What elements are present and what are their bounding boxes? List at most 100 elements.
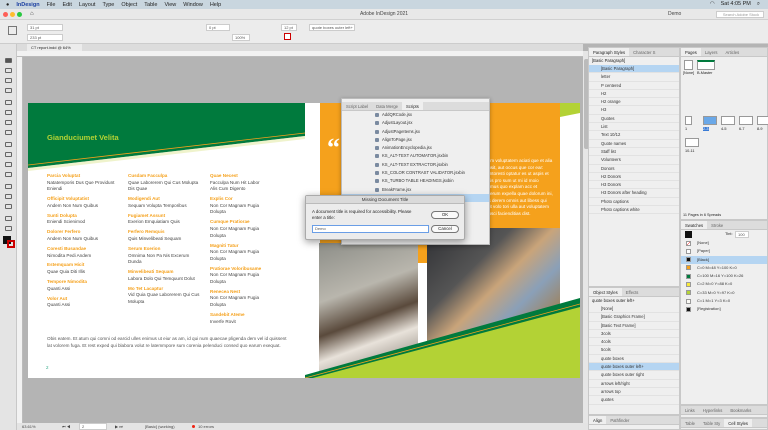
spread-thumb[interactable] (739, 116, 753, 125)
object-style-item[interactable]: [None] (589, 305, 679, 314)
workspace-switcher[interactable]: Demo (668, 9, 681, 20)
object-style-item[interactable]: arrows top (589, 388, 679, 397)
object-style-item[interactable]: quote boxes outer left+ (589, 363, 679, 372)
paragraph-style-item[interactable]: Volunteers (589, 156, 679, 165)
paragraph-style-item[interactable]: Photo captions white (589, 206, 679, 215)
stroke-weight-field[interactable]: 0 pt (206, 24, 230, 31)
paragraph-style-item[interactable]: Quote names (589, 140, 679, 148)
tab-bookmarks[interactable]: Bookmarks (726, 406, 755, 414)
spread-thumb[interactable] (721, 116, 735, 125)
tab-scripts[interactable]: Scripts (402, 102, 423, 110)
object-style-item[interactable]: 3cols (589, 330, 679, 339)
pencil-tool-icon[interactable] (5, 130, 12, 135)
paragraph-style-item[interactable]: Donors (589, 165, 679, 173)
tab-object-styles[interactable]: Object Styles (589, 288, 622, 296)
opacity-field[interactable]: 100% (232, 34, 250, 41)
master-none-thumb[interactable] (684, 60, 693, 70)
paragraph-style-item[interactable]: Photo captions (589, 198, 679, 207)
vertical-ruler[interactable] (17, 57, 23, 423)
tab-table[interactable]: Table (681, 419, 699, 427)
object-style-item[interactable]: 5cols (589, 346, 679, 355)
fill-color-icon[interactable] (685, 231, 692, 238)
object-style-item[interactable]: arrows left/right (589, 380, 679, 388)
swatch-item[interactable]: C=1 M=1 Y=3 K=0 (681, 297, 767, 305)
close-button[interactable] (3, 12, 8, 17)
tab-pages[interactable]: Pages (681, 48, 701, 56)
horizontal-ruler[interactable] (17, 51, 583, 57)
stock-search-input[interactable]: Search Adobe Stock (716, 11, 764, 18)
reference-point-icon[interactable] (8, 26, 17, 35)
object-style-item[interactable]: quote boxes (589, 355, 679, 364)
free-transform-tool-icon[interactable] (5, 172, 12, 177)
preflight-profile[interactable]: [Basic] (working) (145, 423, 175, 430)
menu-file[interactable]: File (47, 2, 56, 8)
object-style-select[interactable]: quote boxes outer left+ (309, 24, 355, 31)
swatch-item[interactable]: C=2 M=0 Y=88 K=0 (681, 280, 767, 288)
tab-table-styles[interactable]: Table Sty (699, 419, 724, 427)
rectangle-frame-tool-icon[interactable] (5, 142, 12, 147)
b-master-thumb[interactable] (697, 60, 715, 70)
script-item[interactable]: KS_ALT-TEXT AUTOMATOR.jsxbin (342, 152, 489, 160)
rectangle-tool-icon[interactable] (5, 152, 12, 157)
tab-align[interactable]: Align (589, 416, 607, 424)
spread-thumb[interactable] (685, 116, 692, 125)
script-item[interactable]: AnimationEncyclopedia.jsx (342, 144, 489, 152)
menu-app[interactable]: InDesign (16, 2, 39, 8)
tab-data-merge[interactable]: Data Merge (372, 102, 402, 110)
menu-type[interactable]: Type (102, 2, 114, 8)
object-style-item[interactable]: quote boxes outer right (589, 371, 679, 380)
scissors-tool-icon[interactable] (5, 162, 12, 167)
selection-tool-icon[interactable] (5, 58, 12, 63)
spread-thumb[interactable] (757, 116, 768, 125)
tab-cell-styles[interactable]: Cell Styles (724, 419, 753, 427)
menu-object[interactable]: Object (121, 2, 137, 8)
tab-swatches[interactable]: Swatches (681, 221, 708, 229)
object-style-item[interactable]: 4cols (589, 338, 679, 347)
paragraph-style-item[interactable]: P centered (589, 82, 679, 90)
paragraph-style-item[interactable]: Quotes (589, 115, 679, 124)
swatch-item[interactable]: C=0 M=48 Y=100 K=0 (681, 264, 767, 272)
script-item[interactable]: AdjustLayout.jsx (342, 119, 489, 127)
tab-pathfinder[interactable]: Pathfinder (606, 416, 633, 424)
minimize-button[interactable] (10, 12, 15, 17)
tab-paragraph-styles[interactable]: Paragraph Styles (589, 48, 630, 56)
swatch-item[interactable]: [None] (681, 239, 767, 247)
swatch-item[interactable]: C=33 M=0 Y=97 K=0 (681, 289, 767, 297)
swatch-item[interactable]: [Black] (681, 255, 767, 264)
x-field[interactable]: 31 pt (27, 24, 63, 31)
script-item[interactable]: KS_ALT-TEXT EXTRACTOR.jsxbin (342, 161, 489, 169)
zoom-button[interactable] (17, 12, 22, 17)
tab-stroke[interactable]: Stroke (707, 221, 727, 229)
paragraph-style-item[interactable]: H3 Donors (589, 181, 679, 190)
gap-tool-icon[interactable] (5, 88, 12, 93)
document-tab[interactable]: CT report.indd @ 64% (27, 44, 82, 51)
swatch-item[interactable]: [Paper] (681, 247, 767, 255)
paragraph-style-item[interactable]: Text 10/12 (589, 131, 679, 140)
menu-table[interactable]: Table (144, 2, 157, 8)
apple-icon[interactable]: ● (6, 2, 9, 8)
stroke-color-icon[interactable] (7, 240, 15, 248)
page-tool-icon[interactable] (5, 78, 12, 83)
spread-thumb[interactable] (703, 116, 717, 125)
search-icon[interactable]: ⌕ (757, 1, 760, 8)
menu-help[interactable]: Help (210, 2, 221, 8)
menu-window[interactable]: Window (183, 2, 203, 8)
zoom-tool-icon[interactable] (5, 226, 12, 231)
script-item[interactable]: KS_TURBO TABLE HEADINGS.jsxbin (342, 177, 489, 185)
paragraph-style-item[interactable]: H2 orange (589, 98, 679, 107)
note-tool-icon[interactable] (5, 194, 12, 199)
paragraph-style-item[interactable]: H3 Donors after heading (589, 189, 679, 198)
tab-articles[interactable]: Articles (721, 48, 743, 56)
script-item[interactable]: KS_COLOR CONTRAST VALIDATOR.jsxbin (342, 169, 489, 177)
script-item[interactable]: AdjustPageItems.jsx (342, 128, 489, 136)
spread-thumb[interactable] (685, 138, 699, 147)
swatch-item[interactable]: C=100 M=16 Y=100 K=26 (681, 272, 767, 280)
eyedropper-tool-icon[interactable] (5, 204, 12, 209)
page-number-field[interactable]: 2 (79, 423, 107, 430)
ok-button[interactable]: OK (431, 211, 459, 219)
preflight-errors[interactable]: 10 errors (198, 423, 214, 430)
script-item[interactable]: AlignToPage.jsx (342, 136, 489, 144)
gap-field[interactable]: 12 pt (281, 24, 297, 31)
paragraph-style-item[interactable]: Staff list (589, 148, 679, 157)
gradient-tool-icon[interactable] (5, 184, 12, 189)
